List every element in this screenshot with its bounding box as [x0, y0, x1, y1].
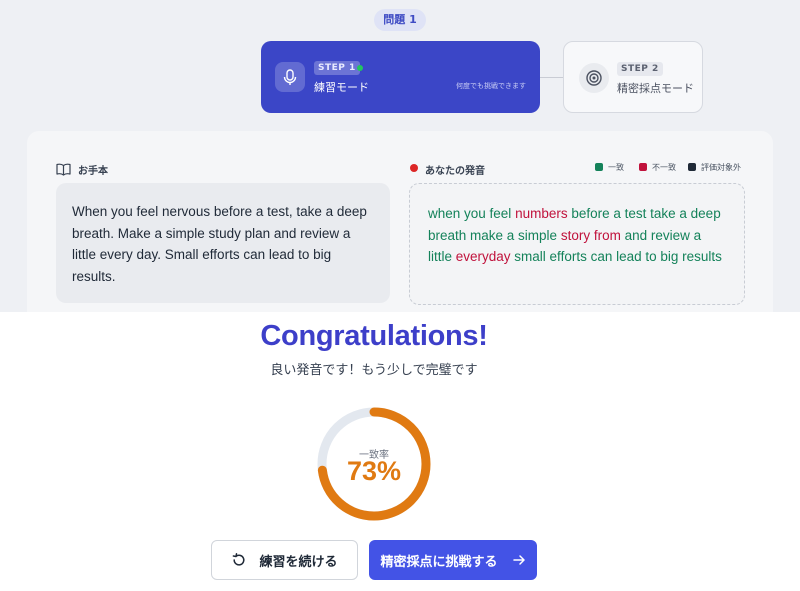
arrow-right-icon	[512, 555, 525, 565]
record-dot-icon	[410, 164, 418, 172]
refresh-icon	[233, 553, 246, 566]
continue-practice-label: 練習を続ける	[259, 554, 338, 570]
step-card-practice[interactable]: STEP 1 練習モード 何度でも挑戦できます	[261, 41, 540, 113]
legend-mismatch: 不一致	[639, 162, 676, 173]
legend-match: 一致	[595, 162, 624, 173]
legend-swatch-mismatch	[639, 163, 647, 171]
transcript-segment-match: when you feel	[428, 206, 516, 221]
speech-section-label: あなたの発音	[425, 166, 485, 177]
step-title: 精密採点モード	[617, 82, 694, 95]
target-icon	[579, 63, 609, 93]
challenge-precision-button[interactable]: 精密採点に挑戦する	[369, 540, 537, 580]
legend-swatch-match	[595, 163, 603, 171]
model-section-label: お手本	[78, 166, 108, 177]
background-page: 問題 1 STEP 1 練習モード 何度でも挑戦できます STEP 2 精密採点…	[0, 0, 800, 312]
result-title: Congratulations!	[260, 320, 488, 352]
transcript-segment-mismatch: numbers	[515, 206, 568, 221]
legend-excluded: 評価対象外	[688, 162, 741, 173]
speech-transcript: when you feel numbers before a test take…	[409, 183, 745, 305]
continue-practice-button[interactable]: 練習を続ける	[211, 540, 358, 580]
step-hint: 何度でも挑戦できます	[456, 82, 526, 90]
match-rate-value: 73%	[346, 456, 402, 486]
problem-badge: 問題 1	[374, 9, 426, 31]
transcript-segment-mismatch: story from	[560, 227, 621, 243]
step-connector	[540, 77, 563, 78]
transcript-segment-match: small efforts can lead to big results	[510, 249, 722, 264]
step-title: 練習モード	[314, 81, 369, 94]
legend-swatch-excluded	[688, 163, 696, 171]
mic-icon	[275, 62, 305, 92]
model-text: When you feel nervous before a test, tak…	[56, 183, 390, 303]
active-status-dot	[357, 65, 363, 71]
step-tag: STEP 1	[314, 61, 360, 75]
step-card-precision[interactable]: STEP 2 精密採点モード	[563, 41, 703, 113]
challenge-precision-label: 精密採点に挑戦する	[380, 554, 498, 570]
step-tag: STEP 2	[617, 62, 663, 76]
transcript-segment-mismatch: everyday	[455, 249, 511, 264]
book-icon	[56, 161, 71, 180]
result-subtitle: 良い発音です！もう少しで完璧です	[270, 363, 478, 378]
